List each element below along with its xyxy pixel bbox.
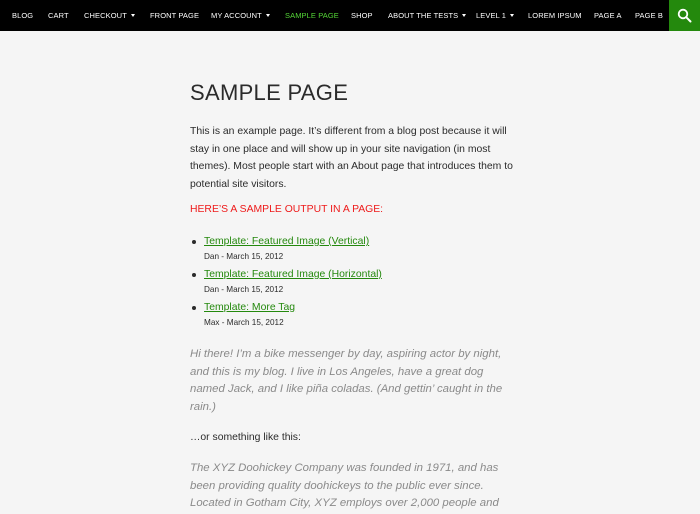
post-link-featured-image-vertical[interactable]: Template: Featured Image (Vertical)	[204, 233, 382, 251]
intro-paragraph: This is an example page. It’s different …	[190, 126, 513, 190]
post-meta: Max - March 15, 2012	[204, 318, 284, 327]
nav-item-page-a[interactable]: Page A	[594, 0, 622, 31]
nav-item-blog[interactable]: Blog	[12, 0, 33, 31]
list-item: Template: Featured Image (Vertical) Dan …	[190, 233, 382, 266]
chevron-down-icon	[510, 13, 515, 17]
post-list: Template: Featured Image (Vertical) Dan …	[190, 233, 382, 332]
nav-item-front-page[interactable]: Front Page	[150, 0, 199, 31]
nav-item-about-the-tests[interactable]: About The Tests	[388, 0, 467, 31]
blockquote-xyz-company: The XYZ Doohickey Company was founded in…	[190, 462, 499, 509]
bullet-icon	[192, 240, 196, 244]
nav-item-level-1[interactable]: Level 1	[476, 0, 515, 31]
list-item: Template: More Tag Max - March 15, 2012	[190, 299, 382, 332]
top-navigation-bar: Blog Cart Checkout Front Page My Account…	[0, 0, 700, 31]
between-text: …or something like this:	[190, 432, 301, 443]
nav-item-my-account[interactable]: My Account	[211, 0, 270, 31]
post-link-more-tag[interactable]: Template: More Tag	[204, 299, 382, 317]
post-meta: Dan - March 15, 2012	[204, 252, 284, 261]
chevron-down-icon	[265, 13, 270, 17]
chevron-down-icon	[462, 13, 467, 17]
bullet-icon	[192, 306, 196, 310]
nav-item-sample-page[interactable]: Sample Page	[285, 0, 339, 31]
nav-item-checkout[interactable]: Checkout	[84, 0, 135, 31]
bullet-icon	[192, 273, 196, 277]
post-link-featured-image-horizontal[interactable]: Template: Featured Image (Horizontal)	[204, 266, 382, 284]
nav-item-cart[interactable]: Cart	[48, 0, 69, 31]
page-title: Sample Page	[190, 80, 349, 105]
blockquote-bike-messenger: Hi there! I’m a bike messenger by day, a…	[190, 348, 503, 413]
list-item: Template: Featured Image (Horizontal) Da…	[190, 266, 382, 299]
nav-item-lorem-ipsum[interactable]: Lorem Ipsum	[528, 0, 582, 31]
post-meta: Dan - March 15, 2012	[204, 285, 284, 294]
nav-item-page-b[interactable]: Page B	[635, 0, 663, 31]
search-icon	[677, 8, 692, 23]
sample-output-heading: Here’s a sample output in a page:	[190, 204, 384, 215]
nav-item-shop[interactable]: Shop	[351, 0, 373, 31]
search-toggle-button[interactable]	[669, 0, 700, 31]
chevron-down-icon	[130, 13, 135, 17]
